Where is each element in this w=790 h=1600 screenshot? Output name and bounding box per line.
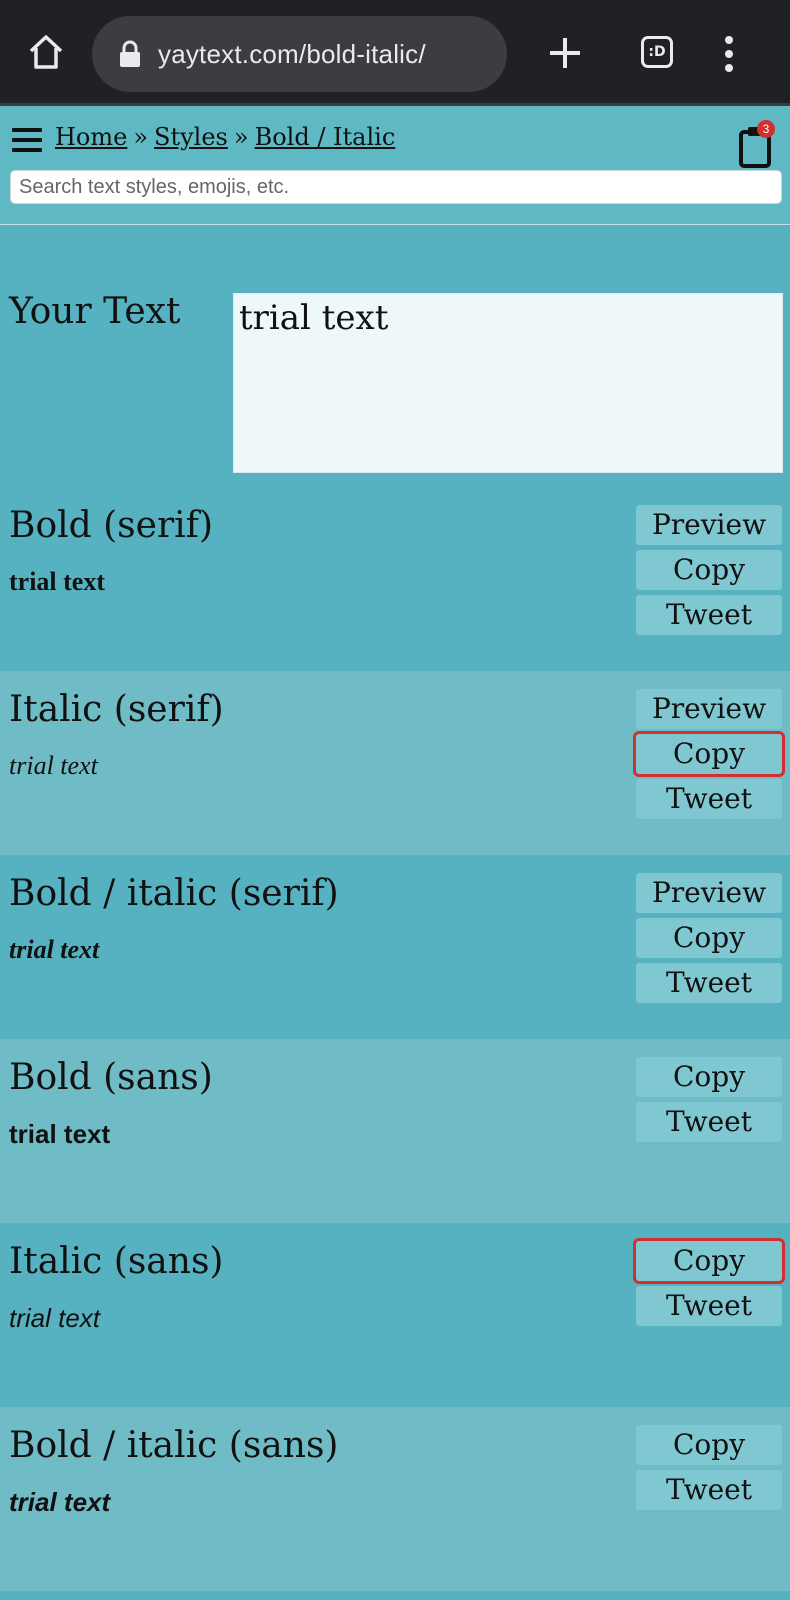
copy-button[interactable]: Copy bbox=[633, 1238, 785, 1284]
more-vert-icon[interactable] bbox=[724, 36, 734, 72]
style-sample: trial text bbox=[9, 935, 100, 964]
style-sample: trial text bbox=[9, 751, 98, 780]
preview-button[interactable]: Preview bbox=[636, 505, 782, 545]
address-bar[interactable]: yaytext.com/bold-italic/ bbox=[92, 16, 507, 92]
preview-button[interactable]: Preview bbox=[636, 689, 782, 729]
style-name: Italic (sans) bbox=[9, 1241, 224, 1282]
tweet-button[interactable]: Tweet bbox=[636, 1286, 782, 1326]
style-name: Bold (sans) bbox=[9, 1057, 213, 1098]
input-section: Your Text trial text bbox=[0, 225, 790, 487]
breadcrumb-home[interactable]: Home bbox=[55, 123, 127, 151]
style-name: Bold / italic (sans) bbox=[9, 1425, 339, 1466]
copy-button[interactable]: Copy bbox=[636, 1425, 782, 1465]
search-input[interactable] bbox=[10, 170, 782, 204]
style-row-bold-serif: Bold (serif) trial text Preview Copy Twe… bbox=[0, 487, 790, 671]
tab-switcher-icon[interactable]: :D bbox=[641, 36, 673, 68]
style-row-bold-italic-sans: Bold / italic (sans) trial text Copy Twe… bbox=[0, 1407, 790, 1591]
clipboard-count-badge: 3 bbox=[757, 120, 775, 138]
copy-button[interactable]: Copy bbox=[636, 1057, 782, 1097]
copy-button[interactable]: Copy bbox=[633, 731, 785, 777]
style-sample: trial text bbox=[9, 1119, 111, 1149]
style-name: Bold (serif) bbox=[9, 505, 214, 546]
copy-button[interactable]: Copy bbox=[636, 918, 782, 958]
lock-icon bbox=[120, 40, 140, 67]
site-header: Home» Styles» Bold / Italic 3 bbox=[0, 106, 790, 225]
style-sample: trial text bbox=[9, 1303, 101, 1333]
url-text: yaytext.com/bold-italic/ bbox=[158, 38, 426, 69]
breadcrumb: Home» Styles» Bold / Italic bbox=[55, 123, 395, 151]
style-row-bold-italic-serif: Bold / italic (serif) trial text Preview… bbox=[0, 855, 790, 1039]
tweet-button[interactable]: Tweet bbox=[636, 1470, 782, 1510]
breadcrumb-styles[interactable]: Styles bbox=[154, 123, 228, 151]
tweet-button[interactable]: Tweet bbox=[636, 595, 782, 635]
tweet-button[interactable]: Tweet bbox=[636, 779, 782, 819]
your-text-input[interactable]: trial text bbox=[233, 293, 783, 473]
copy-button[interactable]: Copy bbox=[636, 550, 782, 590]
style-sample: trial text bbox=[9, 1487, 111, 1517]
style-row-italic-serif: Italic (serif) trial text Preview Copy T… bbox=[0, 671, 790, 855]
hamburger-menu-icon[interactable] bbox=[12, 128, 42, 154]
breadcrumb-separator: » bbox=[133, 123, 149, 151]
style-name: Italic (serif) bbox=[9, 689, 224, 730]
tweet-button[interactable]: Tweet bbox=[636, 1102, 782, 1142]
tweet-button[interactable]: Tweet bbox=[636, 963, 782, 1003]
your-text-label: Your Text bbox=[9, 291, 181, 332]
browser-toolbar: yaytext.com/bold-italic/ :D bbox=[0, 0, 790, 106]
breadcrumb-separator: » bbox=[233, 123, 249, 151]
plus-icon[interactable] bbox=[548, 36, 582, 70]
style-row-italic-sans: Italic (sans) trial text Copy Tweet bbox=[0, 1223, 790, 1407]
preview-button[interactable]: Preview bbox=[636, 873, 782, 913]
style-name: Bold / italic (serif) bbox=[9, 873, 339, 914]
breadcrumb-bold-italic[interactable]: Bold / Italic bbox=[255, 123, 396, 151]
home-icon[interactable] bbox=[26, 32, 66, 72]
style-row-bold-sans: Bold (sans) trial text Copy Tweet bbox=[0, 1039, 790, 1223]
style-sample: trial text bbox=[9, 567, 106, 596]
